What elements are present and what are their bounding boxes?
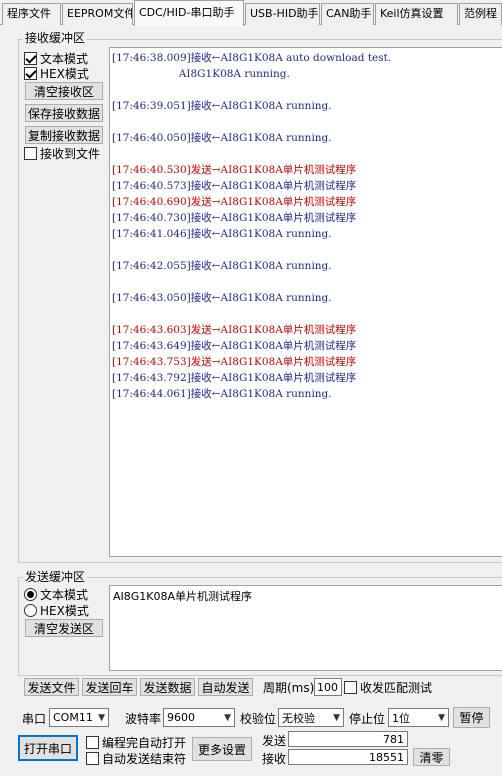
- parity-select[interactable]: 无校验 ▼: [278, 708, 344, 727]
- pause-button[interactable]: 暂停: [453, 707, 490, 728]
- send-textarea[interactable]: AI8G1K08A单片机测试程序: [109, 585, 502, 671]
- sent-count-label: 发送: [262, 734, 287, 748]
- checkbox-unchecked-icon: [86, 735, 99, 749]
- checkbox-unchecked-icon: [86, 751, 99, 765]
- chevron-down-icon: ▼: [333, 712, 340, 723]
- parity-label: 校验位: [240, 712, 277, 726]
- stop-bits-value: 1位: [392, 711, 410, 725]
- tab-program-file[interactable]: 程序文件: [2, 3, 61, 25]
- chevron-down-icon: ▼: [98, 712, 105, 723]
- tab-cdc-hid-serial[interactable]: CDC/HID-串口助手: [134, 0, 244, 26]
- auto-open-label: 编程完自动打开: [102, 735, 187, 750]
- copy-receive-button[interactable]: 复制接收数据: [25, 126, 103, 144]
- receive-group-title: 接收缓冲区: [23, 31, 88, 45]
- received-line: [17:46:41.046]接收←AI8G1K08A running.: [112, 228, 332, 240]
- period-value: 100: [317, 680, 338, 694]
- recv-count-value: 18551: [369, 750, 404, 764]
- auto-open-checkbox[interactable]: 编程完自动打开: [86, 734, 186, 750]
- auto-send-button[interactable]: 自动发送: [198, 678, 253, 696]
- received-line: AI8G1K08A running.: [112, 68, 290, 80]
- checkbox-unchecked-icon: [24, 146, 37, 160]
- sent-count-display: 781: [288, 731, 408, 747]
- send-data-button[interactable]: 发送数据: [140, 678, 195, 696]
- stop-bits-label: 停止位: [349, 712, 386, 726]
- receive-lines: [17:46:38.009]接收←AI8G1K08A auto download…: [112, 50, 502, 402]
- checkbox-checked-icon: [24, 51, 37, 65]
- send-enter-button[interactable]: 发送回车: [82, 678, 137, 696]
- recv-count-label: 接收: [262, 752, 287, 766]
- baud-label: 波特率: [125, 712, 162, 726]
- radio-unselected-icon: [24, 603, 37, 617]
- receive-to-file-checkbox[interactable]: 接收到文件: [24, 145, 100, 161]
- received-line: [17:46:43.649]接收←AI8G1K08A单片机测试程序: [112, 340, 357, 352]
- port-select[interactable]: COM11 ▼: [49, 708, 109, 727]
- stop-bits-select[interactable]: 1位 ▼: [388, 708, 449, 727]
- parity-value: 无校验: [282, 711, 315, 725]
- chevron-down-icon: ▼: [224, 712, 231, 723]
- receive-to-file-label: 接收到文件: [40, 146, 101, 161]
- sent-line: [17:46:40.530]发送→AI8G1K08A单片机测试程序: [112, 164, 357, 176]
- tab-usb-hid[interactable]: USB-HID助手: [245, 3, 320, 25]
- match-test-checkbox[interactable]: 收发匹配测试: [344, 679, 432, 695]
- baud-value: 9600: [167, 711, 195, 724]
- checkbox-checked-icon: [24, 66, 37, 80]
- tab-examples[interactable]: 范例程: [459, 3, 502, 25]
- send-hex-mode-radio[interactable]: HEX模式: [24, 602, 89, 618]
- save-receive-button[interactable]: 保存接收数据: [25, 104, 103, 122]
- clear-receive-button[interactable]: 清空接收区: [25, 82, 103, 100]
- send-text-mode-radio[interactable]: 文本模式: [24, 586, 88, 602]
- baud-select[interactable]: 9600 ▼: [163, 708, 235, 727]
- send-hex-mode-label: HEX模式: [40, 603, 89, 618]
- sent-line: [17:46:43.603]发送→AI8G1K08A单片机测试程序: [112, 324, 357, 336]
- received-line: [17:46:40.050]接收←AI8G1K08A running.: [112, 132, 332, 144]
- send-group-title: 发送缓冲区: [23, 570, 88, 584]
- send-text-mode-label: 文本模式: [40, 587, 89, 602]
- send-file-button[interactable]: 发送文件: [24, 678, 79, 696]
- chevron-down-icon: ▼: [438, 712, 445, 723]
- more-settings-button[interactable]: 更多设置: [192, 737, 252, 761]
- tab-can[interactable]: CAN助手: [321, 3, 374, 25]
- recv-count-display: 18551: [288, 749, 408, 765]
- received-line: [17:46:43.050]接收←AI8G1K08A running.: [112, 292, 332, 304]
- auto-end-label: 自动发送结束符: [102, 751, 187, 766]
- send-content: AI8G1K08A单片机测试程序: [113, 590, 253, 603]
- sent-line: [17:46:43.753]发送→AI8G1K08A单片机测试程序: [112, 356, 357, 368]
- received-line: [17:46:42.055]接收←AI8G1K08A running.: [112, 260, 332, 272]
- sent-count-value: 781: [383, 732, 404, 746]
- period-input[interactable]: 100: [314, 678, 342, 696]
- match-test-label: 收发匹配测试: [360, 680, 433, 695]
- port-value: COM11: [53, 711, 93, 724]
- tab-keil-sim[interactable]: Keil仿真设置: [375, 3, 458, 25]
- received-line: [17:46:38.009]接收←AI8G1K08A auto download…: [112, 52, 392, 64]
- clear-count-button[interactable]: 清零: [413, 748, 450, 766]
- tab-eeprom-file[interactable]: EEPROM文件: [62, 3, 133, 25]
- received-line: [17:46:40.730]接收←AI8G1K08A单片机测试程序: [112, 212, 357, 224]
- checkbox-unchecked-icon: [344, 680, 357, 694]
- sent-line: [17:46:40.690]发送→AI8G1K08A单片机测试程序: [112, 196, 357, 208]
- radio-selected-icon: [24, 587, 37, 601]
- received-line: [17:46:39.051]接收←AI8G1K08A running.: [112, 100, 332, 112]
- port-label: 串口: [22, 712, 47, 726]
- recv-hex-mode-checkbox[interactable]: HEX模式: [24, 65, 89, 81]
- received-line: [17:46:40.573]接收←AI8G1K08A单片机测试程序: [112, 180, 357, 192]
- clear-send-button[interactable]: 清空发送区: [25, 619, 103, 637]
- auto-end-checkbox[interactable]: 自动发送结束符: [86, 750, 186, 766]
- received-line: [17:46:43.792]接收←AI8G1K08A单片机测试程序: [112, 372, 357, 384]
- period-label: 周期(ms): [263, 681, 315, 695]
- tab-bar: 程序文件 EEPROM文件 CDC/HID-串口助手 USB-HID助手 CAN…: [0, 0, 502, 26]
- received-line: [17:46:44.061]接收←AI8G1K08A running.: [112, 388, 332, 400]
- receive-textarea[interactable]: [17:46:38.009]接收←AI8G1K08A auto download…: [109, 47, 502, 557]
- open-port-button[interactable]: 打开串口: [18, 735, 78, 761]
- recv-hex-mode-label: HEX模式: [40, 66, 89, 81]
